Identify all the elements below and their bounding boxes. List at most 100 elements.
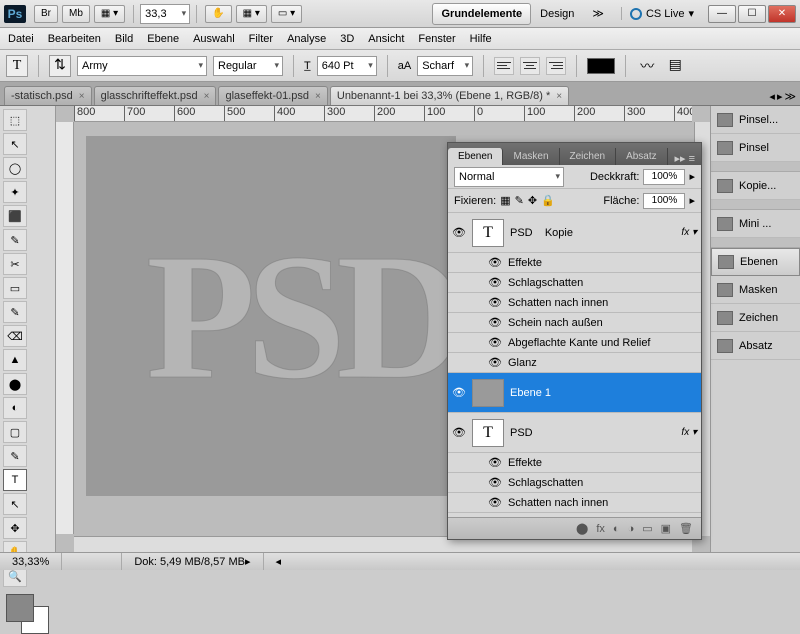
fx-badge[interactable]: fx ▾ — [681, 227, 697, 238]
font-family-combo[interactable]: Army — [77, 56, 207, 76]
layer-effect[interactable]: 👁Glanz — [448, 353, 701, 373]
layer-row[interactable]: 👁TPSD Kopiefx ▾ — [448, 213, 701, 253]
layer-effect[interactable]: 👁Schlagschatten — [448, 473, 701, 493]
color-swatches[interactable] — [6, 594, 49, 634]
doc-tab[interactable]: glaseffekt-01.psd× — [218, 86, 327, 105]
layer-name[interactable]: Ebene 1 — [510, 387, 551, 399]
menu-3d[interactable]: 3D — [340, 33, 354, 45]
dock-masken[interactable]: Masken — [711, 276, 800, 304]
character-panel-button[interactable]: ▤ — [664, 55, 686, 77]
align-right-button[interactable] — [546, 57, 566, 75]
tool-17[interactable]: ✥ — [3, 517, 27, 539]
layer-effect[interactable]: 👁Schatten nach innen — [448, 493, 701, 513]
dock-absatz[interactable]: Absatz — [711, 332, 800, 360]
lock-all-icon[interactable]: 🔒 — [541, 194, 555, 207]
antialias-combo[interactable]: Scharf — [417, 56, 473, 76]
layer-mask-icon[interactable]: ◐ — [613, 523, 620, 535]
visibility-icon[interactable]: 👁 — [452, 386, 466, 399]
view-extras-button[interactable]: ▦ ▾ — [94, 5, 125, 23]
align-left-button[interactable] — [494, 57, 514, 75]
panel-menu-icon[interactable]: ▸▸ ≡ — [668, 152, 701, 165]
adjustment-layer-icon[interactable]: ◑ — [628, 523, 635, 535]
panel-tab-zeichen[interactable]: Zeichen — [560, 148, 617, 165]
close-tab-icon[interactable]: × — [556, 91, 562, 102]
status-zoom[interactable]: 33,33% — [0, 553, 62, 570]
menu-fenster[interactable]: Fenster — [418, 33, 455, 45]
close-button[interactable]: ✕ — [768, 5, 796, 23]
visibility-icon[interactable]: 👁 — [488, 496, 502, 509]
tab-scroll-right[interactable]: ▸ — [777, 90, 783, 103]
tool-7[interactable]: ▭ — [3, 277, 27, 299]
bridge-button[interactable]: Br — [34, 5, 58, 23]
dock-kopie[interactable]: Kopie... — [711, 172, 800, 200]
close-tab-icon[interactable]: × — [315, 91, 321, 102]
layer-row[interactable]: 👁 Ebene 1 — [448, 373, 701, 413]
minimize-button[interactable]: — — [708, 5, 736, 23]
menu-auswahl[interactable]: Auswahl — [193, 33, 235, 45]
fx-badge[interactable]: fx ▾ — [681, 427, 697, 438]
panel-tab-absatz[interactable]: Absatz — [616, 148, 668, 165]
arrange-button[interactable]: ▦ ▾ — [236, 5, 267, 23]
layer-name[interactable]: PSD Kopie — [510, 227, 573, 239]
dock-mini[interactable]: Mini ... — [711, 210, 800, 238]
visibility-icon[interactable]: 👁 — [488, 336, 502, 349]
layer-effect[interactable]: 👁Effekte — [448, 453, 701, 473]
dock-ebenen[interactable]: Ebenen — [711, 248, 800, 276]
tool-13[interactable]: ▢ — [3, 421, 27, 443]
new-layer-icon[interactable]: ▣ — [661, 522, 671, 535]
tool-12[interactable]: ◐ — [3, 397, 27, 419]
workspace-design[interactable]: Design — [531, 3, 583, 25]
dock-zeichen[interactable]: Zeichen — [711, 304, 800, 332]
layer-effect[interactable]: 👁Abgeflachte Kante und Relief — [448, 333, 701, 353]
doc-tab[interactable]: glasschrifteffekt.psd× — [94, 86, 217, 105]
zoom-combo[interactable]: 33,3 — [140, 4, 190, 24]
menu-ansicht[interactable]: Ansicht — [368, 33, 404, 45]
visibility-icon[interactable]: 👁 — [488, 356, 502, 369]
visibility-icon[interactable]: 👁 — [452, 226, 466, 239]
lock-position-icon[interactable]: ✥ — [528, 194, 537, 207]
dock-pinsel[interactable]: Pinsel... — [711, 106, 800, 134]
tab-scroll-left[interactable]: ◂ — [769, 90, 775, 103]
layer-row[interactable]: 👁TPSDfx ▾ — [448, 413, 701, 453]
lock-transparent-icon[interactable]: ▦ — [500, 194, 510, 207]
layer-effect[interactable]: 👁Schein nach außen — [448, 313, 701, 333]
visibility-icon[interactable]: 👁 — [488, 456, 502, 469]
blend-mode-combo[interactable]: Normal — [454, 167, 564, 187]
text-orientation-toggle[interactable]: ⇅ — [49, 55, 71, 77]
text-color-swatch[interactable] — [587, 58, 615, 74]
tool-5[interactable]: ✎ — [3, 229, 27, 251]
close-tab-icon[interactable]: × — [204, 91, 210, 102]
tool-3[interactable]: ✦ — [3, 181, 27, 203]
menu-datei[interactable]: Datei — [8, 33, 34, 45]
fill-flyout-icon[interactable]: ▸ — [689, 194, 695, 207]
visibility-icon[interactable]: 👁 — [488, 276, 502, 289]
minibridge-button[interactable]: Mb — [62, 5, 90, 23]
close-tab-icon[interactable]: × — [79, 91, 85, 102]
tool-11[interactable]: ⬤ — [3, 373, 27, 395]
tool-16[interactable]: ↖ — [3, 493, 27, 515]
opacity-field[interactable]: 100% — [643, 169, 685, 185]
tool-0[interactable]: ⬚ — [3, 109, 27, 131]
dock-pinsel[interactable]: Pinsel — [711, 134, 800, 162]
panel-tab-masken[interactable]: Masken — [503, 148, 559, 165]
doc-tab[interactable]: -statisch.psd× — [4, 86, 92, 105]
layer-style-icon[interactable]: fx — [596, 523, 605, 535]
layer-name[interactable]: PSD — [510, 427, 533, 439]
status-docsize[interactable]: Dok: 5,49 MB/8,57 MB ▸ — [122, 553, 263, 570]
hand-tool-button[interactable]: ✋ — [205, 5, 231, 23]
opacity-flyout-icon[interactable]: ▸ — [689, 170, 695, 183]
visibility-icon[interactable]: 👁 — [488, 256, 502, 269]
maximize-button[interactable]: ☐ — [738, 5, 766, 23]
lock-pixels-icon[interactable]: ✎ — [515, 194, 524, 207]
panel-tab-ebenen[interactable]: Ebenen — [448, 148, 503, 165]
tool-6[interactable]: ✂ — [3, 253, 27, 275]
tool-14[interactable]: ✎ — [3, 445, 27, 467]
tool-1[interactable]: ↖ — [3, 133, 27, 155]
menu-ebene[interactable]: Ebene — [147, 33, 179, 45]
workspace-grundelemente[interactable]: Grundelemente — [432, 3, 531, 25]
document-canvas[interactable]: PSD — [86, 136, 456, 496]
tool-2[interactable]: ◯ — [3, 157, 27, 179]
link-layers-icon[interactable]: ⬤ — [576, 522, 588, 535]
visibility-icon[interactable]: 👁 — [488, 316, 502, 329]
layer-effect[interactable]: 👁Effekte — [448, 253, 701, 273]
